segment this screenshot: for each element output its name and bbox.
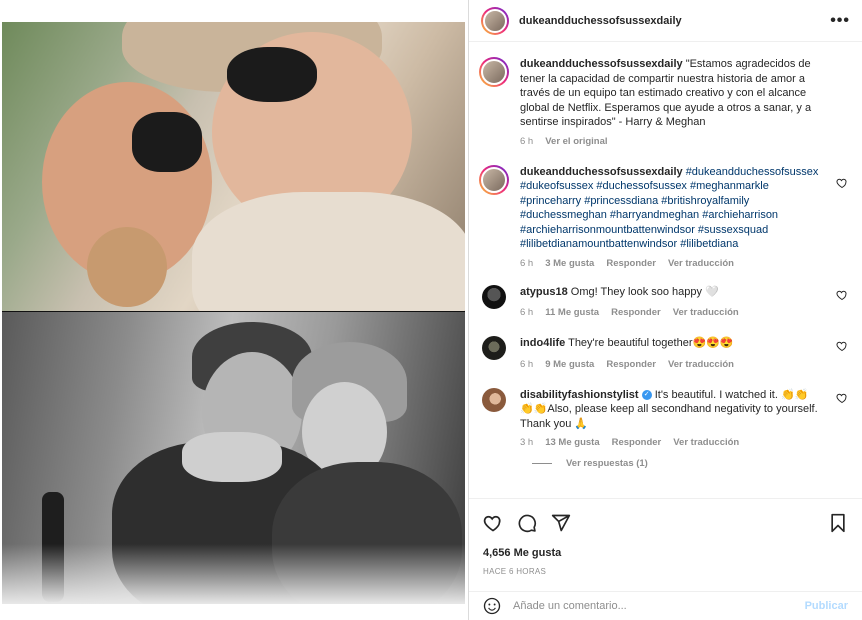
photo-selfie-color xyxy=(2,22,465,312)
comment-text: Omg! They look soo happy 🤍 xyxy=(570,285,719,298)
reply-button[interactable]: Responder xyxy=(606,359,656,370)
avatar[interactable] xyxy=(482,336,506,360)
post-timestamp: HACE 6 HORAS xyxy=(483,567,547,576)
post-media[interactable] xyxy=(0,0,468,620)
smiley-icon[interactable] xyxy=(483,597,501,615)
comment-time[interactable]: 6 h xyxy=(520,359,533,370)
action-bar xyxy=(483,511,848,535)
comment-item: dukeandduchessofsussexdaily #dukeandduch… xyxy=(479,164,848,269)
more-dots-icon[interactable]: ••• xyxy=(830,12,850,30)
comment-username[interactable]: indo4life xyxy=(520,337,565,349)
add-comment-bar: Publicar xyxy=(469,591,862,620)
heart-icon[interactable] xyxy=(836,392,848,404)
caption: dukeandduchessofsussexdaily "Estamos agr… xyxy=(479,57,848,147)
post-panel: dukeandduchessofsussexdaily ••• dukeandd… xyxy=(468,0,862,620)
caption-username[interactable]: dukeandduchessofsussexdaily xyxy=(520,58,683,70)
reply-button[interactable]: Responder xyxy=(606,258,656,269)
comment-item: atypus18 Omg! They look soo happy 🤍 6 h … xyxy=(479,284,848,318)
post-header: dukeandduchessofsussexdaily ••• xyxy=(469,0,862,42)
comment-likes[interactable]: 9 Me gusta xyxy=(545,359,594,370)
comment-likes[interactable]: 3 Me gusta xyxy=(545,258,594,269)
comment-item: indo4life They're beautiful together😍😍😍 … xyxy=(479,336,848,370)
comment-input[interactable] xyxy=(513,600,805,612)
reply-button[interactable]: Responder xyxy=(612,437,662,448)
comment-time[interactable]: 6 h xyxy=(520,307,533,318)
comment-username[interactable]: disabilityfashionstylist xyxy=(520,389,639,401)
view-replies-button[interactable]: Ver respuestas (1) xyxy=(532,458,848,469)
share-icon[interactable] xyxy=(551,513,571,533)
comment-likes[interactable]: 11 Me gusta xyxy=(545,307,599,318)
publish-button[interactable]: Publicar xyxy=(805,600,848,612)
comment-likes[interactable]: 13 Me gusta xyxy=(545,437,599,448)
see-original-link[interactable]: Ver el original xyxy=(545,136,607,147)
comment-username[interactable]: atypus18 xyxy=(520,286,568,298)
avatar[interactable] xyxy=(481,6,509,35)
heart-icon[interactable] xyxy=(836,340,848,352)
comment-item: disabilityfashionstylist ✓ It's beautifu… xyxy=(479,387,848,448)
verified-badge-icon: ✓ xyxy=(641,389,652,400)
translate-button[interactable]: Ver traducción xyxy=(668,359,734,370)
reply-button[interactable]: Responder xyxy=(611,307,661,318)
comment-icon[interactable] xyxy=(517,513,537,533)
translate-button[interactable]: Ver traducción xyxy=(673,437,739,448)
post-actions-section: 4,656 Me gusta HACE 6 HORAS xyxy=(469,498,862,590)
replies-line xyxy=(532,463,552,464)
comment-hashtags[interactable]: #dukeandduchessofsussex #dukeofsussex #d… xyxy=(520,166,818,251)
avatar[interactable] xyxy=(482,387,506,412)
view-replies-label: Ver respuestas (1) xyxy=(566,458,648,469)
avatar[interactable] xyxy=(479,164,509,195)
comment-time[interactable]: 3 h xyxy=(520,437,533,448)
photo-couple-bw xyxy=(2,312,465,604)
heart-icon[interactable] xyxy=(836,289,848,301)
translate-button[interactable]: Ver traducción xyxy=(673,307,739,318)
bookmark-icon[interactable] xyxy=(828,513,848,533)
avatar[interactable] xyxy=(479,57,509,87)
heart-icon[interactable] xyxy=(483,513,503,533)
comment-text: They're beautiful together😍😍😍 xyxy=(568,337,734,349)
translate-button[interactable]: Ver traducción xyxy=(668,258,734,269)
heart-icon[interactable] xyxy=(836,177,848,189)
caption-time[interactable]: 6 h xyxy=(520,136,533,147)
comments-list[interactable]: dukeandduchessofsussexdaily "Estamos agr… xyxy=(469,43,862,498)
comment-username[interactable]: dukeandduchessofsussexdaily xyxy=(520,166,683,178)
post-username[interactable]: dukeandduchessofsussexdaily xyxy=(519,15,682,27)
comment-time[interactable]: 6 h xyxy=(520,258,533,269)
avatar[interactable] xyxy=(482,284,506,309)
likes-count[interactable]: 4,656 Me gusta xyxy=(483,547,848,559)
